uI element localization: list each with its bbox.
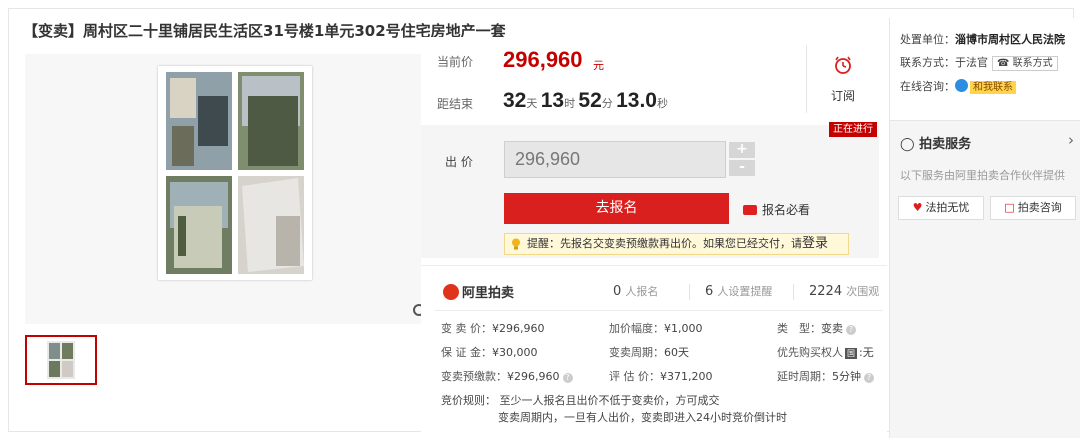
help-icon[interactable]: ? xyxy=(846,325,856,335)
headset-icon: ◯ xyxy=(900,137,915,152)
ali-logo-icon xyxy=(443,284,459,300)
sell-price: 变 卖 价：¥296,960 xyxy=(441,322,545,335)
chat-bubble-icon: □ xyxy=(1004,201,1015,214)
help-icon[interactable]: ? xyxy=(562,373,573,383)
online-consult: 在线咨询： 和我联系 xyxy=(900,78,1016,94)
thumbnail-image xyxy=(47,341,75,379)
bid-input[interactable]: 296,960 xyxy=(504,141,726,178)
bid-increment: 加价幅度：¥1,000 xyxy=(609,322,703,335)
current-price-label: 当前价 xyxy=(437,55,474,69)
appraisal-price: 评 估 价：¥371,200 xyxy=(609,370,713,383)
decrease-button[interactable]: - xyxy=(729,160,755,176)
countdown-seconds: 13.0 xyxy=(616,89,657,112)
auction-consult-button[interactable]: □ 拍卖咨询 xyxy=(990,196,1076,220)
auction-info: 阿里拍卖 0 人报名 6 人设置提醒 2224 次围观 变 卖 价：¥296,9… xyxy=(421,265,887,435)
contact-button[interactable]: ☎ 联系方式 xyxy=(992,56,1058,71)
deposit: 保 证 金：¥30,000 xyxy=(441,346,538,359)
price-unit: 元 xyxy=(593,59,604,72)
bidding-rule: 竞价规则： 至少一人报名且出价不低于变卖价，方可成交 xyxy=(441,394,720,407)
auction-type: 类 型：变卖? xyxy=(777,320,856,336)
clock-icon[interactable] xyxy=(833,55,853,75)
chat-icon xyxy=(955,79,968,92)
sell-period: 变卖周期：60天 xyxy=(609,346,689,359)
heart-shield-icon: ♥ xyxy=(912,201,923,214)
photo-sheet xyxy=(158,66,312,280)
signup-button[interactable]: 去报名 xyxy=(504,193,729,224)
countdown-label: 距结束 xyxy=(437,97,474,111)
divider xyxy=(806,45,807,113)
prepayment: 变卖预缴款：¥296,960? xyxy=(441,368,573,384)
increase-button[interactable]: + xyxy=(729,142,755,158)
right-sidebar: 处置单位：淄博市周村区人民法院 联系方式：于法官 ☎ 联系方式 在线咨询： 和我联系… xyxy=(889,18,1080,438)
service-title[interactable]: ◯ 拍卖服务 xyxy=(900,133,971,152)
chevron-right-icon[interactable]: › xyxy=(1068,131,1074,149)
countdown-hours: 13 xyxy=(540,89,565,112)
contact-info: 联系方式：于法官 ☎ 联系方式 xyxy=(900,54,1058,71)
service-desc: 以下服务由阿里拍卖合作伙伴提供 xyxy=(900,169,1065,182)
login-link[interactable]: 登录 xyxy=(802,236,828,251)
disposal-unit: 处置单位：淄博市周村区人民法院 xyxy=(900,33,1065,46)
signup-count: 0 人报名 xyxy=(613,284,659,299)
reminder-count: 6 人设置提醒 xyxy=(705,284,773,299)
service-panel: ◯ 拍卖服务 › 以下服务由阿里拍卖合作伙伴提供 ♥ 法拍无忧 □ 拍卖咨询 xyxy=(890,120,1080,438)
bulb-icon xyxy=(512,238,520,250)
chat-button[interactable]: 和我联系 xyxy=(970,81,1016,94)
thumbnail-1[interactable] xyxy=(25,335,97,385)
bid-area: 正在进行 出 价 296,960 + - 去报名 报名必看 提醒：先报名交变卖预… xyxy=(421,122,879,258)
title-tag: 【变卖】 xyxy=(23,22,84,40)
current-price: 296,960 xyxy=(503,47,583,72)
priority-buyer: 优先购买权人国:无 xyxy=(777,346,874,359)
divider xyxy=(435,310,883,311)
auction-card: 【变卖】周村区二十里铺居民生活区31号楼1单元302号住宅房地产一套 当前价 2… xyxy=(8,8,1080,438)
legal-auction-service-button[interactable]: ♥ 法拍无忧 xyxy=(898,196,984,220)
view-count: 2224 次围观 xyxy=(809,284,880,299)
tip-bar: 提醒：先报名交变卖预缴款再出价。如果您已经交付，请登录 xyxy=(504,233,849,255)
countdown-minutes: 52 xyxy=(578,89,602,112)
ali-auction-brand: 阿里拍卖 xyxy=(443,282,514,301)
property-photos xyxy=(166,72,304,274)
main-photo[interactable] xyxy=(25,54,429,324)
subscribe-button[interactable]: 订阅 xyxy=(831,87,855,104)
help-icon[interactable]: ? xyxy=(864,373,874,383)
must-read-link[interactable]: 报名必看 xyxy=(743,201,810,218)
bid-label: 出 价 xyxy=(445,155,473,169)
bidding-rule-line2: 变卖周期内，一旦有人出价，变卖即进入24小时竞价倒计时 xyxy=(498,411,787,424)
delay-period: 延时周期：5分钟? xyxy=(777,368,874,384)
status-badge: 正在进行 xyxy=(829,122,877,137)
countdown: 32天 13时 52分 13.0秒 xyxy=(503,89,668,112)
notice-icon xyxy=(743,205,757,215)
tip-text: 提醒：先报名交变卖预缴款再出价。如果您已经交付，请 xyxy=(527,237,802,250)
price-panel: 当前价 296,960 元 距结束 32天 13时 52分 13.0秒 订阅 正… xyxy=(421,37,879,258)
countdown-days: 32 xyxy=(503,89,527,112)
